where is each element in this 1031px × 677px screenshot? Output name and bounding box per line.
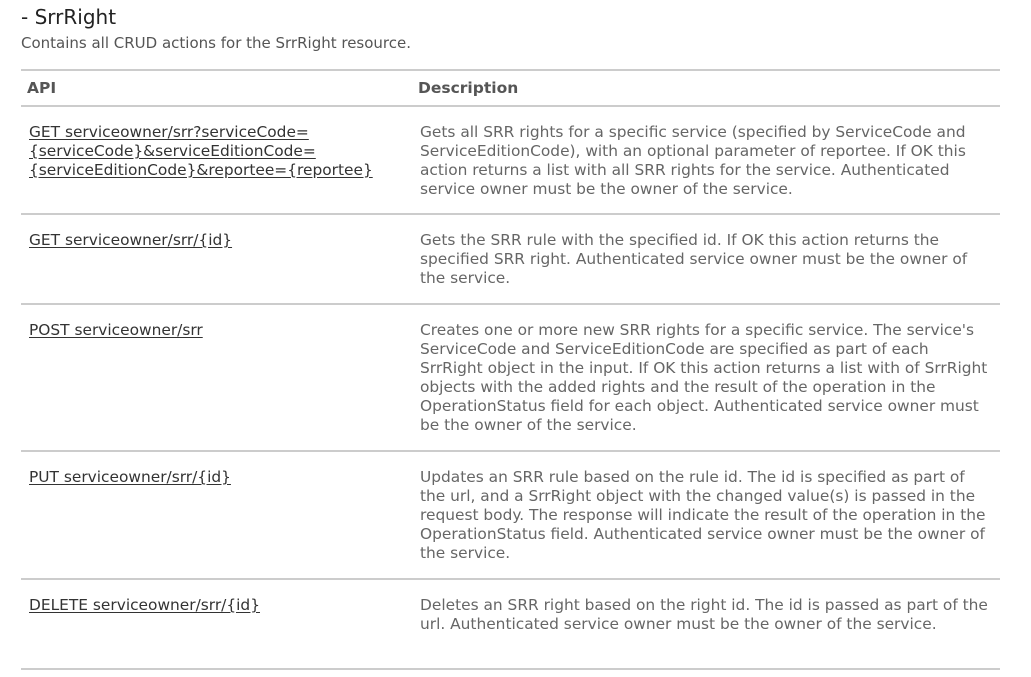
description-column-header: Description — [412, 69, 1000, 107]
section-title: - SrrRight — [21, 5, 117, 29]
api-link-delete-srr[interactable]: DELETE serviceowner/srr/{id} — [29, 596, 260, 614]
table-row: POST serviceowner/srr Creates one or mor… — [21, 304, 1000, 452]
api-cell: PUT serviceowner/srr/{id} — [21, 451, 412, 580]
table-header: API Description — [21, 69, 1000, 107]
description-cell: Deletes an SRR right based on the right … — [412, 579, 1000, 670]
api-link-post-srr[interactable]: POST serviceowner/srr — [29, 321, 203, 339]
description-cell: Updates an SRR rule based on the rule id… — [412, 451, 1000, 580]
table-row: PUT serviceowner/srr/{id} Updates an SRR… — [21, 451, 1000, 580]
api-cell: GET serviceowner/srr?serviceCode= {servi… — [21, 106, 412, 215]
api-column-header: API — [21, 69, 412, 107]
api-link-get-srr-by-service[interactable]: GET serviceowner/srr?serviceCode= {servi… — [29, 123, 373, 179]
api-cell: POST serviceowner/srr — [21, 304, 412, 452]
description-cell: Gets all SRR rights for a specific servi… — [412, 106, 1000, 215]
api-table: API Description GET serviceowner/srr?ser… — [21, 69, 1000, 670]
section-description: Contains all CRUD actions for the SrrRig… — [21, 34, 412, 52]
header-row: API Description — [21, 69, 1000, 107]
table-row: GET serviceowner/srr?serviceCode= {servi… — [21, 106, 1000, 215]
description-cell: Gets the SRR rule with the specified id.… — [412, 214, 1000, 305]
table-row: GET serviceowner/srr/{id} Gets the SRR r… — [21, 214, 1000, 305]
description-cell: Creates one or more new SRR rights for a… — [412, 304, 1000, 452]
api-link-put-srr[interactable]: PUT serviceowner/srr/{id} — [29, 468, 231, 486]
api-cell: DELETE serviceowner/srr/{id} — [21, 579, 412, 670]
api-cell: GET serviceowner/srr/{id} — [21, 214, 412, 305]
table-body: GET serviceowner/srr?serviceCode= {servi… — [21, 106, 1000, 670]
table-row: DELETE serviceowner/srr/{id} Deletes an … — [21, 579, 1000, 670]
api-link-get-srr-by-id[interactable]: GET serviceowner/srr/{id} — [29, 231, 232, 249]
